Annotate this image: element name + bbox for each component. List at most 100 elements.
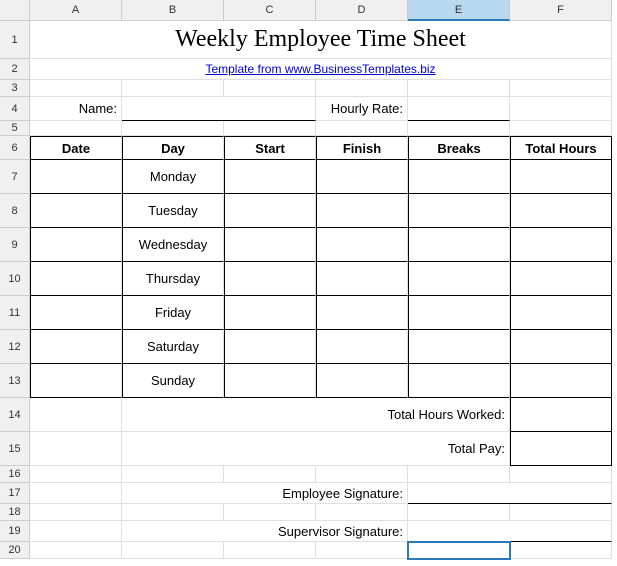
col-header-b[interactable]: B [122,0,224,21]
cell-b20[interactable] [122,542,224,559]
total-thu[interactable] [510,262,612,296]
employee-signature-line[interactable] [408,483,612,504]
breaks-fri[interactable] [408,296,510,330]
cell-d5[interactable] [316,121,408,136]
total-mon[interactable] [510,160,612,194]
row-header-12[interactable]: 12 [0,330,30,364]
th-breaks[interactable]: Breaks [408,136,510,160]
finish-sun[interactable] [316,364,408,398]
finish-sat[interactable] [316,330,408,364]
cell-b3[interactable] [122,80,224,97]
row-header-13[interactable]: 13 [0,364,30,398]
cell-f18[interactable] [510,504,612,521]
sheet-title[interactable]: Weekly Employee Time Sheet [30,21,612,59]
cell-c20[interactable] [224,542,316,559]
th-day[interactable]: Day [122,136,224,160]
cell-a19[interactable] [30,521,122,542]
cell-d18[interactable] [316,504,408,521]
finish-wed[interactable] [316,228,408,262]
col-header-c[interactable]: C [224,0,316,21]
row-header-4[interactable]: 4 [0,97,30,121]
cell-e16[interactable] [408,466,510,483]
row-header-7[interactable]: 7 [0,160,30,194]
row-header-18[interactable]: 18 [0,504,30,521]
date-sun[interactable] [30,364,122,398]
day-wed[interactable]: Wednesday [122,228,224,262]
cell-a18[interactable] [30,504,122,521]
day-thu[interactable]: Thursday [122,262,224,296]
start-wed[interactable] [224,228,316,262]
row-header-17[interactable]: 17 [0,483,30,504]
breaks-mon[interactable] [408,160,510,194]
row-header-3[interactable]: 3 [0,80,30,97]
cell-e18[interactable] [408,504,510,521]
cell-b18[interactable] [122,504,224,521]
th-total-hours[interactable]: Total Hours [510,136,612,160]
finish-fri[interactable] [316,296,408,330]
cell-a5[interactable] [30,121,122,136]
cell-e3[interactable] [408,80,510,97]
cell-b5[interactable] [122,121,224,136]
total-tue[interactable] [510,194,612,228]
template-link[interactable]: Template from www.BusinessTemplates.biz [30,59,612,80]
date-mon[interactable] [30,160,122,194]
row-header-6[interactable]: 6 [0,136,30,160]
th-date[interactable]: Date [30,136,122,160]
start-fri[interactable] [224,296,316,330]
row-header-5[interactable]: 5 [0,121,30,136]
total-sat[interactable] [510,330,612,364]
th-finish[interactable]: Finish [316,136,408,160]
row-header-14[interactable]: 14 [0,398,30,432]
col-header-a[interactable]: A [30,0,122,21]
cell-d16[interactable] [316,466,408,483]
cell-c5[interactable] [224,121,316,136]
date-tue[interactable] [30,194,122,228]
th-start[interactable]: Start [224,136,316,160]
total-pay-label[interactable]: Total Pay: [122,432,510,466]
cell-e5[interactable] [408,121,510,136]
employee-signature-label[interactable]: Employee Signature: [122,483,408,504]
row-header-9[interactable]: 9 [0,228,30,262]
date-fri[interactable] [30,296,122,330]
cell-f4[interactable] [510,97,612,121]
cell-a3[interactable] [30,80,122,97]
total-sun[interactable] [510,364,612,398]
start-sun[interactable] [224,364,316,398]
day-sat[interactable]: Saturday [122,330,224,364]
date-wed[interactable] [30,228,122,262]
col-header-f[interactable]: F [510,0,612,21]
cell-a20[interactable] [30,542,122,559]
hourly-rate-input[interactable] [408,97,510,121]
cell-d3[interactable] [316,80,408,97]
cell-a17[interactable] [30,483,122,504]
breaks-sat[interactable] [408,330,510,364]
row-header-19[interactable]: 19 [0,521,30,542]
row-header-2[interactable]: 2 [0,59,30,80]
finish-thu[interactable] [316,262,408,296]
supervisor-signature-line[interactable] [408,521,612,542]
row-header-1[interactable]: 1 [0,21,30,59]
cell-a15[interactable] [30,432,122,466]
row-header-20[interactable]: 20 [0,542,30,559]
day-mon[interactable]: Monday [122,160,224,194]
start-mon[interactable] [224,160,316,194]
day-fri[interactable]: Friday [122,296,224,330]
total-fri[interactable] [510,296,612,330]
supervisor-signature-label[interactable]: Supervisor Signature: [122,521,408,542]
day-tue[interactable]: Tuesday [122,194,224,228]
breaks-tue[interactable] [408,194,510,228]
cell-b16[interactable] [122,466,224,483]
cell-c18[interactable] [224,504,316,521]
cell-d20[interactable] [316,542,408,559]
row-header-16[interactable]: 16 [0,466,30,483]
name-input[interactable] [122,97,316,121]
cell-f16[interactable] [510,466,612,483]
select-all-corner[interactable] [0,0,30,21]
col-header-e[interactable]: E [408,0,510,21]
finish-tue[interactable] [316,194,408,228]
cell-c3[interactable] [224,80,316,97]
cell-f5[interactable] [510,121,612,136]
total-wed[interactable] [510,228,612,262]
total-pay-value[interactable] [510,432,612,466]
row-header-11[interactable]: 11 [0,296,30,330]
